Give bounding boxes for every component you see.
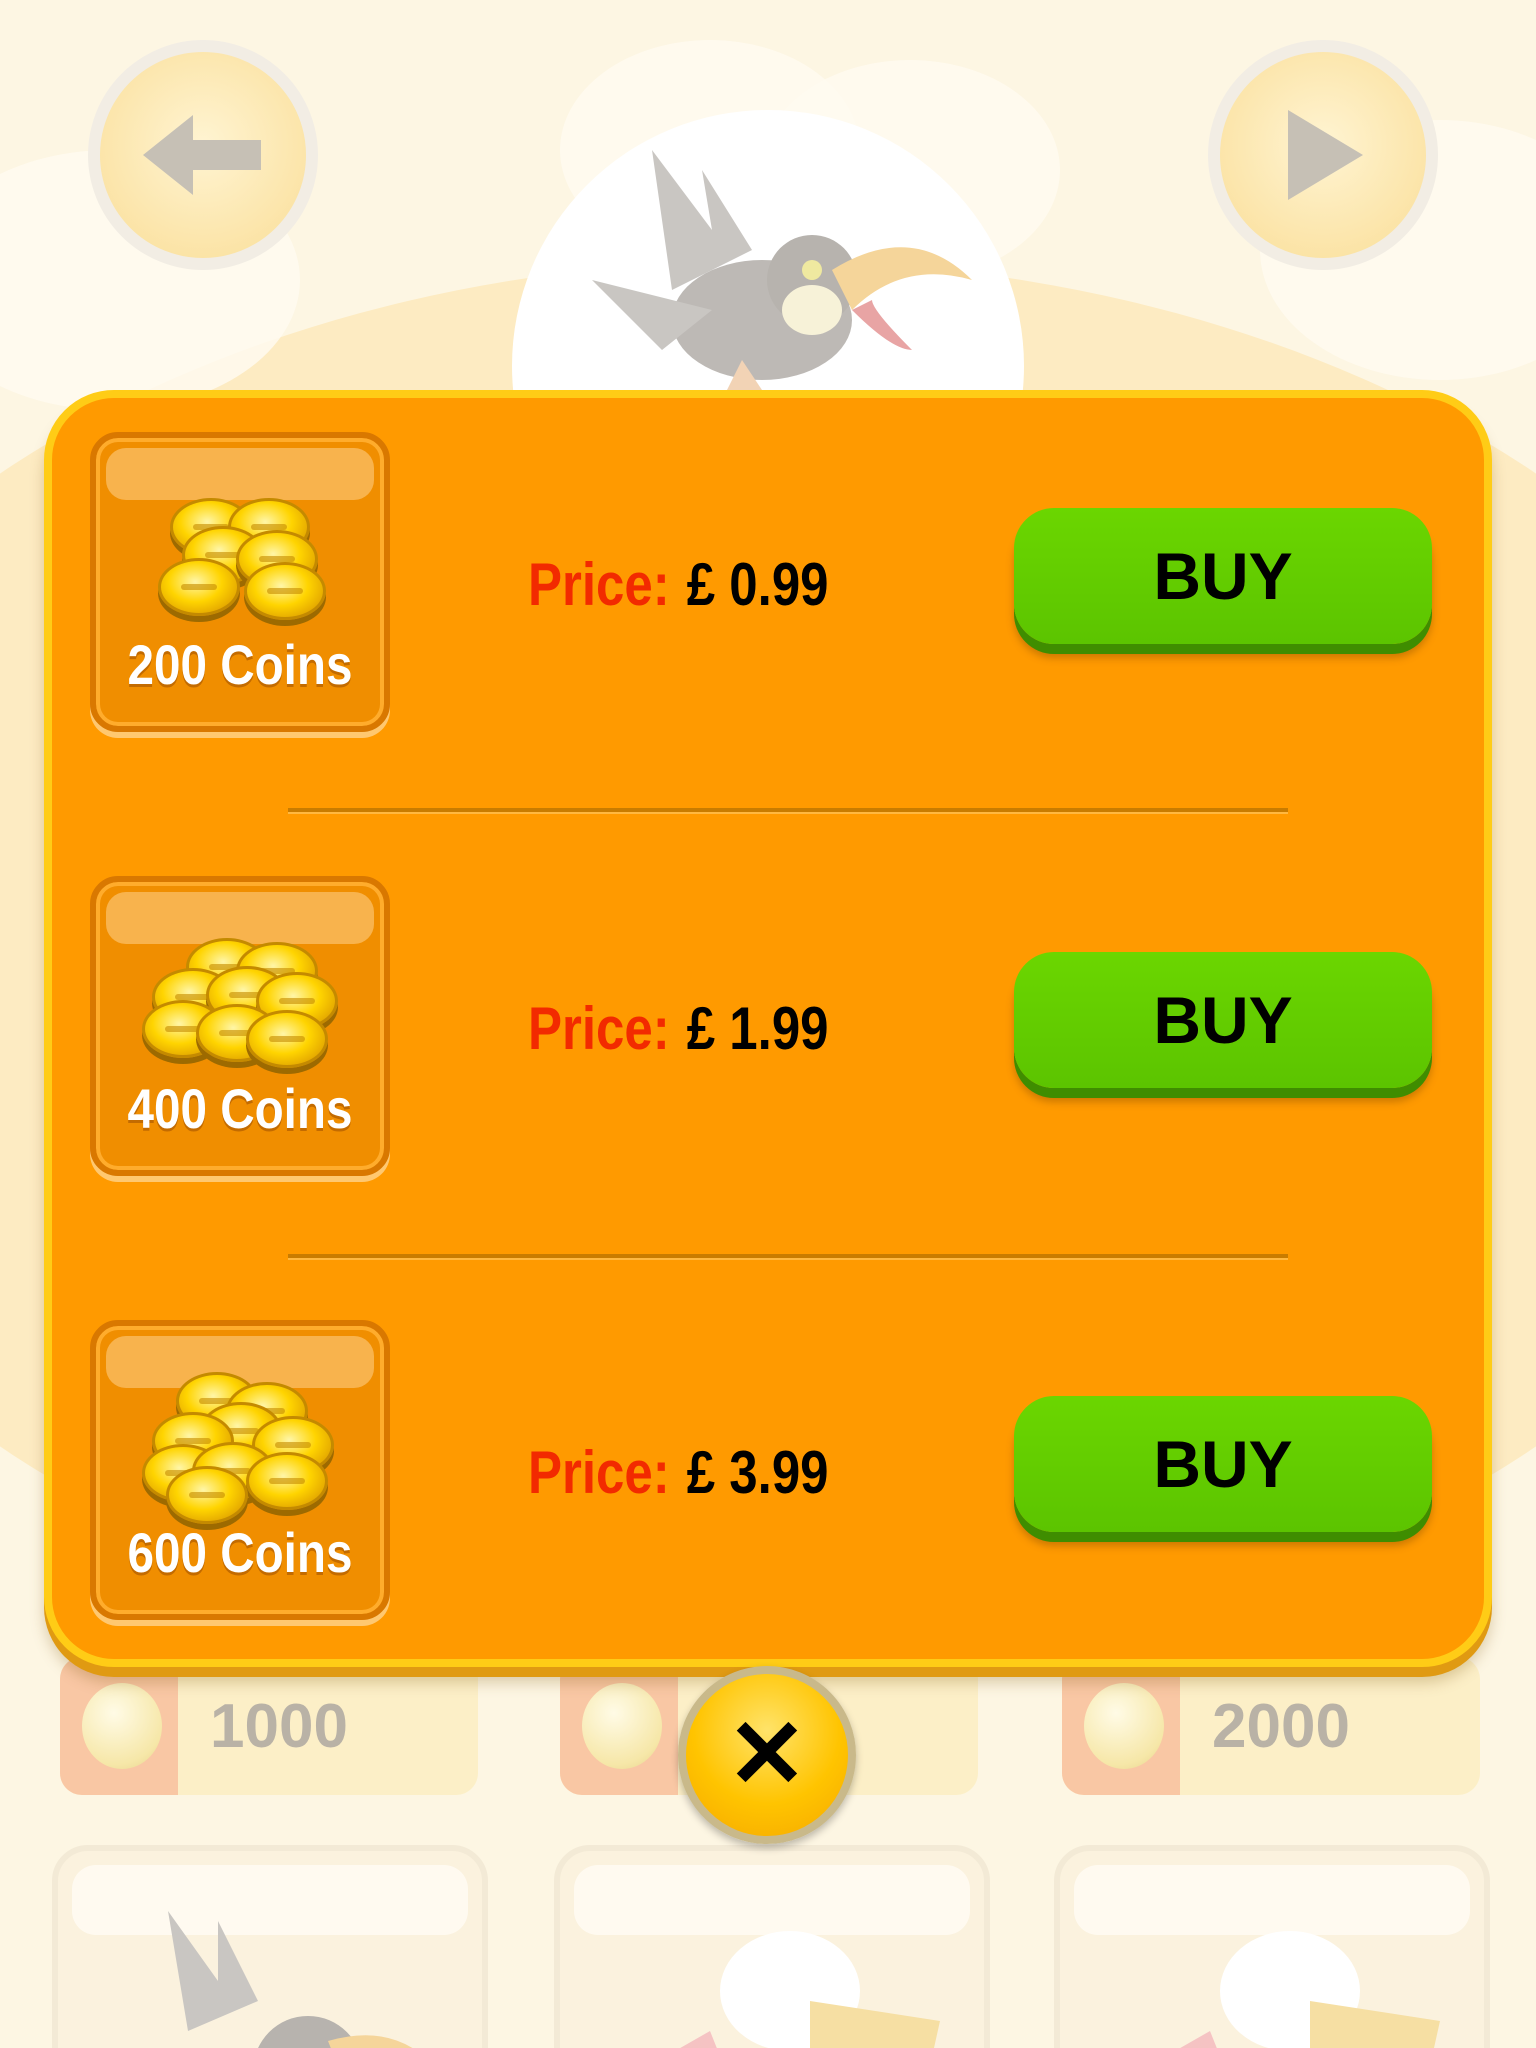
bird-card	[52, 1845, 488, 2048]
coin-pack-tile: 600 Coins	[90, 1320, 390, 1620]
close-button[interactable]: ✕	[678, 1666, 856, 1844]
row-divider	[288, 808, 1288, 814]
price-line: Price: £ 3.99	[528, 1438, 829, 1507]
coin-pack-row: 600 Coins Price: £ 3.99 BUY	[52, 1286, 1484, 1620]
price-value: £ 3.99	[686, 1439, 829, 1506]
coin-shop-dialog: 200 Coins Price: £ 0.99 BUY 400 Coins Pr…	[44, 390, 1492, 1667]
price-line: Price: £ 0.99	[528, 550, 829, 619]
bird-card	[554, 1845, 990, 2048]
next-button[interactable]	[1208, 40, 1438, 270]
coin-stack-icon	[96, 1362, 384, 1524]
pelican-card-illustration	[680, 1931, 940, 2048]
play-icon-svg	[1288, 110, 1363, 200]
close-icon: ✕	[726, 1701, 808, 1808]
pelican-card-illustration	[1180, 1931, 1440, 2048]
play-icon	[1220, 52, 1426, 258]
row-divider	[288, 1254, 1288, 1260]
price-label: Price:	[528, 995, 670, 1062]
bird-card	[1054, 1845, 1490, 2048]
buy-button[interactable]: BUY	[1014, 1396, 1432, 1532]
coin-icon	[82, 1683, 162, 1769]
background-price-tag: 1000	[60, 1657, 478, 1795]
coin-stack-icon	[96, 474, 384, 624]
price-tag-value: 2000	[1212, 1691, 1350, 1761]
coin-icon	[582, 1683, 662, 1769]
toucan-card-illustration	[168, 1911, 413, 2048]
coin-pack-tile: 400 Coins	[90, 876, 390, 1176]
buy-button[interactable]: BUY	[1014, 508, 1432, 644]
coin-pack-row: 200 Coins Price: £ 0.99 BUY	[52, 398, 1484, 732]
price-tag-value: 1000	[210, 1691, 348, 1761]
coin-stack-icon	[96, 918, 384, 1068]
coin-pack-label: 600 Coins	[127, 1521, 353, 1584]
coin-pack-row: 400 Coins Price: £ 1.99 BUY	[52, 842, 1484, 1176]
coin-icon	[1084, 1683, 1164, 1769]
price-label: Price:	[528, 1439, 670, 1506]
coin-pack-label: 200 Coins	[127, 633, 353, 696]
price-value: £ 1.99	[686, 995, 829, 1062]
buy-button[interactable]: BUY	[1014, 952, 1432, 1088]
background-price-tag: 2000	[1062, 1657, 1480, 1795]
price-value: £ 0.99	[686, 551, 829, 618]
arrow-left-icon-svg	[143, 115, 261, 195]
price-label: Price:	[528, 551, 670, 618]
price-line: Price: £ 1.99	[528, 994, 829, 1063]
coin-pack-label: 400 Coins	[127, 1077, 353, 1140]
arrow-left-icon	[100, 52, 306, 258]
coin-pack-tile: 200 Coins	[90, 432, 390, 732]
back-button[interactable]	[88, 40, 318, 270]
